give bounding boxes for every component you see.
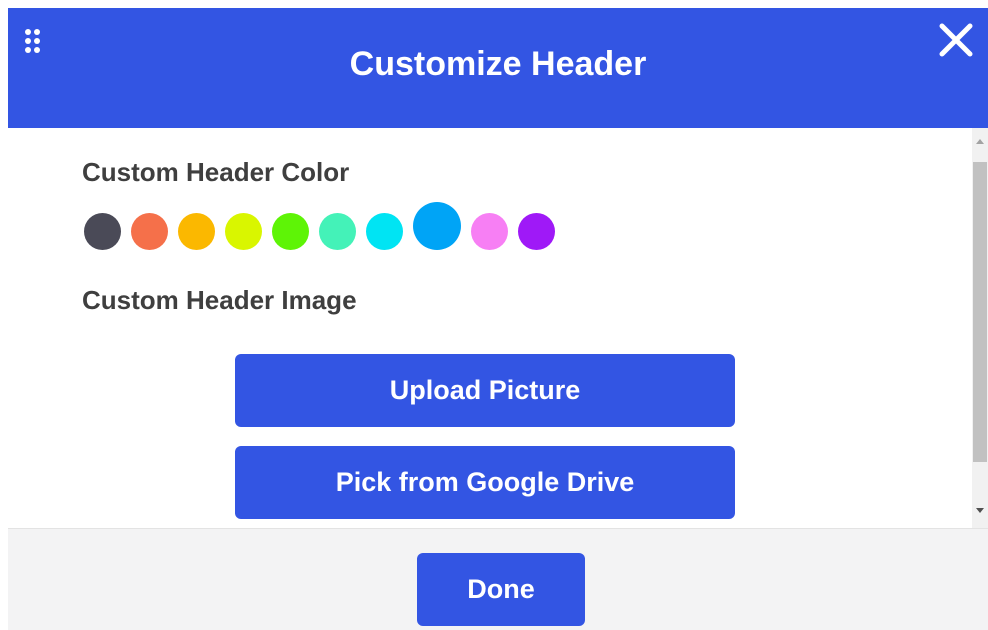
scrollbar-thumb[interactable] — [973, 162, 987, 462]
color-swatch-amber[interactable] — [178, 213, 215, 250]
dialog-body: Custom Header Color Custom Header Image … — [8, 128, 988, 528]
color-swatch-pink[interactable] — [471, 213, 508, 250]
customize-header-dialog: Customize Header Custom Header Color Cus… — [0, 0, 988, 630]
done-button[interactable]: Done — [417, 553, 585, 626]
vertical-scrollbar[interactable] — [972, 128, 988, 528]
close-button[interactable] — [934, 18, 978, 62]
color-swatch-orange[interactable] — [131, 213, 168, 250]
color-swatch-purple[interactable] — [518, 213, 555, 250]
dialog-title: Customize Header — [349, 45, 647, 83]
upload-picture-button[interactable]: Upload Picture — [235, 354, 735, 427]
color-swatch-cyan[interactable] — [366, 213, 403, 250]
dialog-header: Customize Header — [8, 8, 988, 128]
dialog-footer: Done — [8, 528, 988, 630]
color-swatch-mint[interactable] — [319, 213, 356, 250]
scroll-up-arrow-icon[interactable] — [972, 132, 988, 152]
custom-header-color-label: Custom Header Color — [82, 157, 350, 187]
color-swatch-dark-gray[interactable] — [84, 213, 121, 250]
color-swatch-blue[interactable] — [413, 202, 461, 250]
custom-header-image-label: Custom Header Image — [82, 285, 357, 315]
color-swatch-green[interactable] — [272, 213, 309, 250]
color-swatch-yellow-green[interactable] — [225, 213, 262, 250]
scroll-down-arrow-icon[interactable] — [972, 500, 988, 520]
pick-from-google-drive-button[interactable]: Pick from Google Drive — [235, 446, 735, 519]
top-strip — [0, 0, 988, 8]
color-swatch-row — [84, 202, 584, 250]
close-icon — [939, 23, 973, 57]
